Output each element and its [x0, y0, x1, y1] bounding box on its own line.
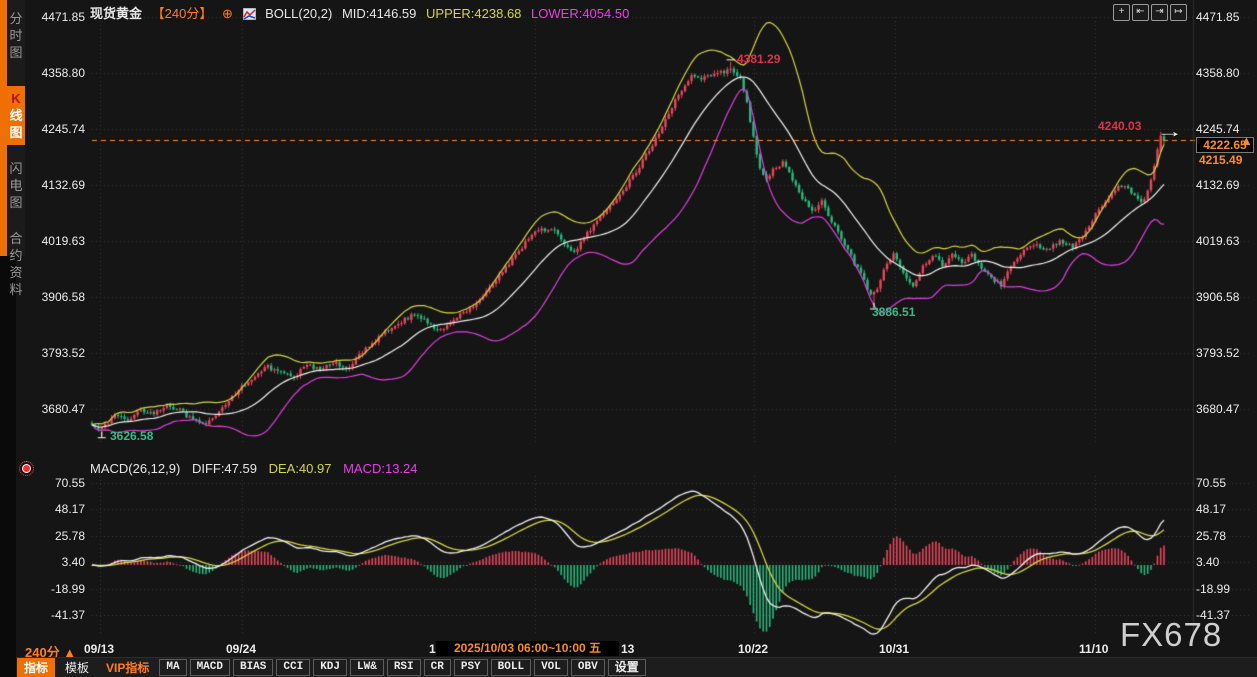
indicator-button-CCI[interactable]: CCI [276, 658, 311, 676]
macd-axis-tick-left: 3.40 [61, 555, 85, 570]
pan-icon[interactable]: + [1113, 4, 1130, 21]
price-axis-tick-left: 3793.52 [41, 346, 85, 360]
indicator-toolbar: 指标 模板 VIP指标 MA MACD BIAS CCI KDJ LW& RSI CR PSY BOLL… [17, 657, 646, 677]
sidebar-tab-K线图[interactable]: K 线 图 [0, 86, 25, 145]
price-axis-tick-right: 4471.85 [1196, 10, 1240, 24]
start-low-label: 3626.58 [110, 429, 154, 443]
xaxis-tick: 11/10 [1079, 642, 1109, 656]
macd-axis-tick-right: -18.99 [1196, 581, 1231, 596]
indicator-button-BIAS[interactable]: BIAS [232, 658, 274, 676]
price-axis-tick-right: 4358.80 [1196, 66, 1240, 80]
xaxis-tick: 09/13 [84, 642, 115, 656]
restore-scale-icon[interactable]: ↦ [1170, 4, 1187, 21]
indicator-button-RSI[interactable]: RSI [386, 658, 421, 676]
sidebar-tab-闪电图[interactable]: 闪 电 图 [0, 156, 25, 215]
xaxis-label-fragment: 13 [621, 642, 635, 656]
macd-axis-tick-right: 3.40 [1196, 555, 1220, 570]
price-axis-tick-left: 4245.74 [41, 122, 85, 136]
boll-upper-value: UPPER:4238.68 [426, 6, 522, 21]
macd-axis-tick-left: 48.17 [54, 502, 85, 517]
expand-x-axis-icon[interactable]: ⇥ [1151, 4, 1168, 21]
macd-axis-tick-right: 25.78 [1196, 528, 1227, 543]
macd-axis-tick-left: 70.55 [54, 476, 85, 490]
boll-mid-value: MID:4146.59 [341, 6, 417, 21]
macd-header: MACD(26,12,9) DIFF:47.59 DEA:40.97 MACD:… [90, 461, 426, 476]
mouse-cursor-arrow: → [1156, 122, 1184, 141]
fx678-watermark: FX678 [1120, 616, 1223, 653]
price-axis-tick-right: 4132.69 [1196, 178, 1240, 192]
indicator-button-PSY[interactable]: PSY [453, 658, 488, 676]
price-axis-tick-right: 3906.58 [1196, 290, 1240, 304]
trading-app-window: 分 时 图 K 线 图闪 电 图合 约 资 料 现货黄金 【240分】 ⊕ BOL… [0, 0, 1257, 677]
price-axis-tick-right: 4019.63 [1196, 234, 1240, 248]
boll-lower-value: LOWER:4054.50 [531, 6, 630, 21]
toolbar-tab-VIP指标[interactable]: VIP指标 [99, 658, 156, 677]
toolbar-tab-模板[interactable]: 模板 [58, 658, 96, 677]
indicator-button-BOLL[interactable]: BOLL [490, 658, 532, 676]
macd-axis-tick-left: -18.99 [50, 581, 85, 596]
price-axis-tick-left: 3680.47 [41, 402, 85, 416]
sidebar-tab-分时图[interactable]: 分 时 图 [0, 6, 25, 65]
indicator-button-CR[interactable]: CR [423, 658, 451, 676]
indicator-button-MACD[interactable]: MACD [189, 658, 230, 676]
compress-x-axis-icon[interactable]: ⇤ [1132, 4, 1149, 21]
macd-dea-value: DEA:40.97 [268, 461, 332, 476]
indicator-button-OBV[interactable]: OBV [570, 658, 605, 676]
price-axis-tick-left: 3906.58 [41, 290, 85, 304]
crosshair-date-tooltip: 2025/10/03 06:00~10:00 五 [436, 641, 619, 656]
xaxis-tick: 10/31 [879, 642, 910, 656]
circle-plus-icon[interactable]: ⊕ [222, 6, 233, 21]
macd-axis-tick-left: -41.37 [50, 608, 85, 622]
price-axis-tick-left: 4471.85 [41, 10, 85, 24]
price-axis-tick-right: 3680.47 [1196, 402, 1240, 416]
instrument-title: 现货黄金 [90, 6, 143, 21]
chart-tool-icons: + ⇤ ⇥ ↦ [1113, 4, 1187, 21]
settings-button[interactable]: 设置 [607, 658, 646, 676]
xaxis-tick: 09/24 [226, 642, 257, 656]
macd-axis-tick-right: 48.17 [1196, 502, 1227, 517]
recent-high-label: 4240.03 [1098, 119, 1142, 133]
price-axis-tick-left: 4019.63 [41, 234, 85, 248]
candlestick-chart-canvas[interactable] [0, 0, 1257, 677]
swing-low-label: 3886.51 [872, 305, 916, 319]
chart-header: 现货黄金 【240分】 ⊕ BOLL(20,2) MID:4146.59 UPP… [90, 3, 635, 22]
indicator-settings-sun-icon[interactable] [19, 461, 34, 476]
price-axis-tick-left: 4132.69 [41, 178, 85, 192]
indicator-button-VOL[interactable]: VOL [534, 658, 568, 676]
xaxis-tick: 10/22 [738, 642, 769, 656]
macd-diff-value: DIFF:47.59 [191, 461, 257, 476]
macd-value: MACD:13.24 [343, 461, 418, 476]
indicator-button-MA[interactable]: MA [159, 658, 187, 676]
macd-settings-label: MACD(26,12,9) [90, 461, 181, 476]
indicator-button-LW&[interactable]: LW& [350, 658, 384, 676]
mini-chart-icon[interactable] [242, 6, 256, 21]
sidebar-lower-strip [0, 256, 16, 677]
macd-axis-tick-right: 70.55 [1196, 476, 1227, 490]
boll-settings-label: BOLL(20,2) [265, 6, 333, 21]
macd-axis-tick-left: 25.78 [54, 528, 85, 543]
price-axis-tick-right: 3793.52 [1196, 346, 1240, 360]
indicator-button-KDJ[interactable]: KDJ [313, 658, 348, 676]
price-up-arrow-icon: ▲ [1240, 133, 1253, 148]
sidebar-tab-合约资料[interactable]: 合 约 资 料 [0, 226, 25, 302]
toolbar-tab-指标[interactable]: 指标 [17, 657, 56, 677]
chart-high-label: 4381.29 [737, 52, 781, 66]
price-axis-tick-left: 4358.80 [41, 66, 85, 80]
xaxis-label-fragment: 1 [429, 642, 436, 656]
secondary-price-label: 4215.49 [1199, 153, 1243, 167]
period-label: 【240分】 [151, 6, 213, 21]
